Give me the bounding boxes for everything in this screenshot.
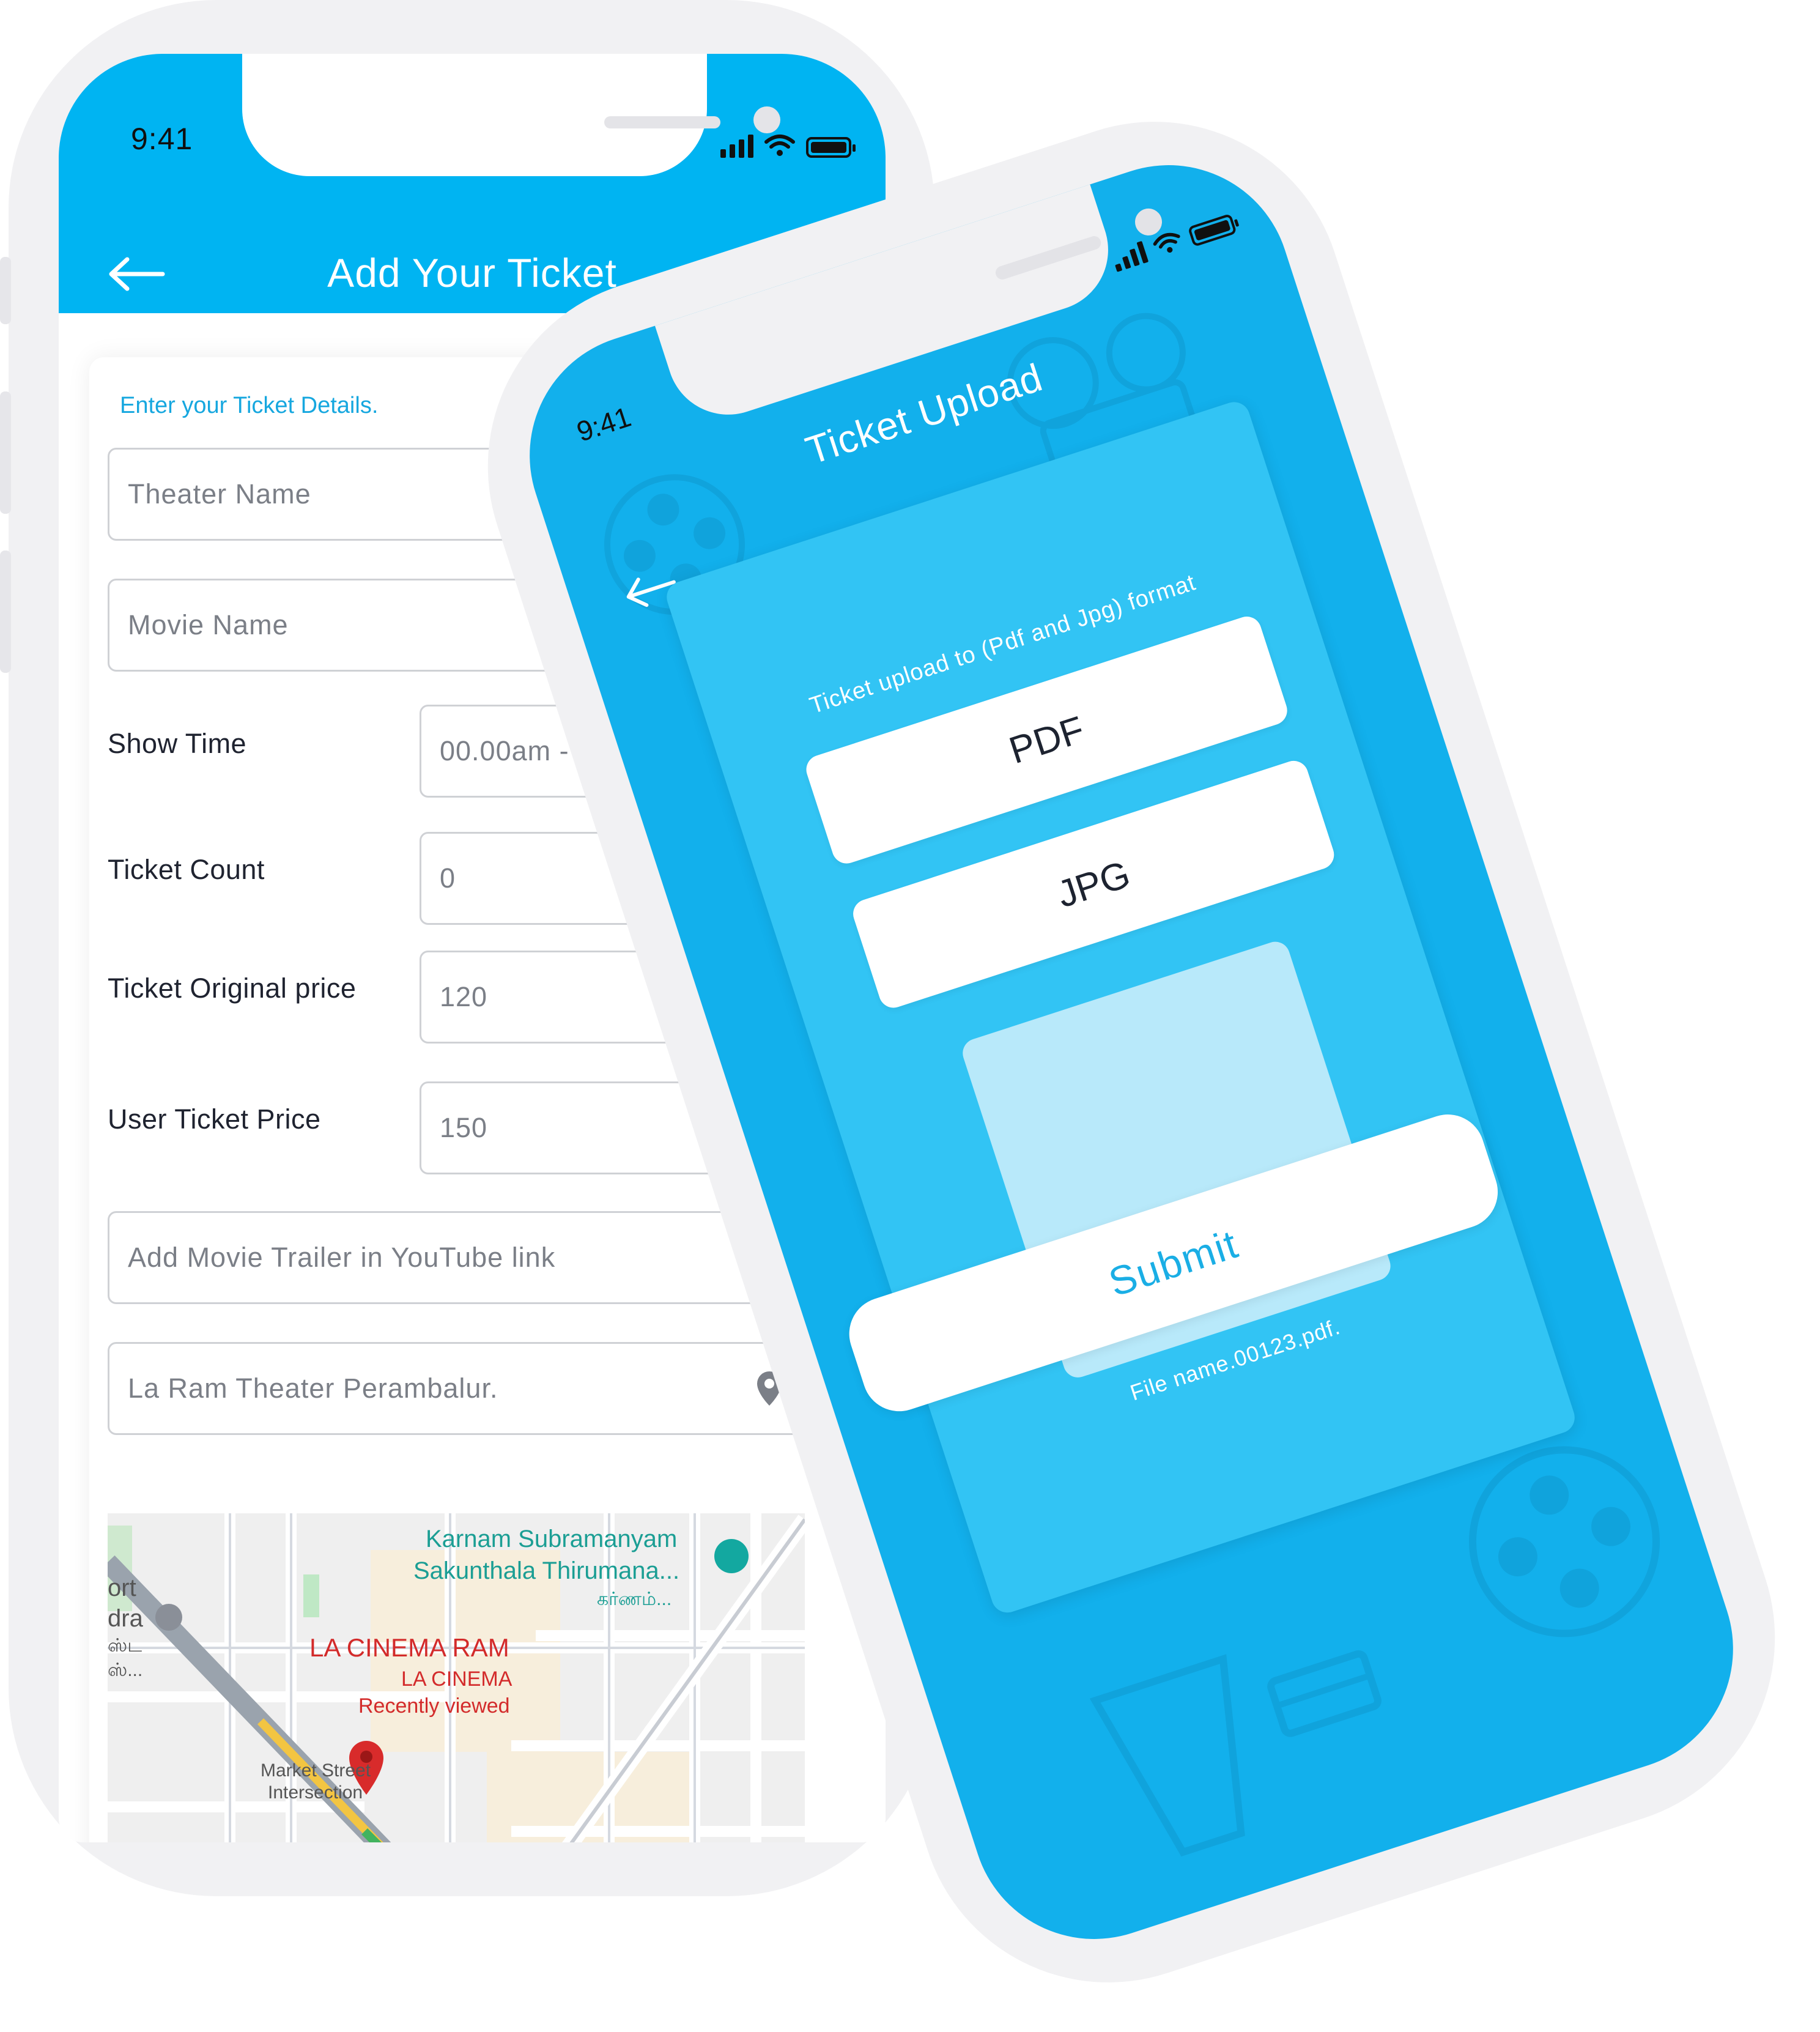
cellular-signal-icon [1109, 239, 1149, 272]
map-place-tamil: கர்ணம்... [597, 1589, 672, 1609]
map-cinema-sub: LA CINEMA [401, 1667, 512, 1691]
map-label-fragment: ஸ்ட [108, 1636, 142, 1656]
map-label-fragment: ஸ்... [108, 1660, 143, 1680]
status-time: 9:41 [572, 400, 635, 448]
volume-down-button [0, 551, 11, 673]
status-icons [1108, 205, 1237, 272]
theater-name-placeholder: Theater Name [128, 478, 311, 510]
location-input[interactable]: La Ram Theater Perambalur. [108, 1342, 805, 1435]
wifi-icon [764, 135, 795, 156]
show-time-label: Show Time [108, 728, 247, 759]
ticket-count-value: 0 [440, 862, 456, 894]
map-street-label: Market Street [261, 1760, 371, 1781]
wifi-icon [1153, 232, 1180, 253]
mute-switch [0, 257, 11, 324]
popcorn-drink-doodle-icon [1089, 1650, 1382, 1857]
map-recently-viewed: Recently viewed [358, 1694, 510, 1718]
user-price-label: User Ticket Price [108, 1103, 321, 1135]
status-icons [720, 126, 856, 158]
cellular-signal-icon [720, 133, 753, 158]
original-price-label: Ticket Original price [108, 973, 357, 1004]
battery-icon [806, 137, 856, 158]
speaker-grille [994, 234, 1103, 281]
volume-up-button [0, 391, 11, 514]
map-place-name: Karnam Subramanyam [426, 1526, 678, 1552]
section-label: Enter your Ticket Details. [120, 393, 379, 418]
trailer-link-placeholder: Add Movie Trailer in YouTube link [128, 1242, 556, 1273]
map-place-name-2: Sakunthala Thirumana... [413, 1557, 680, 1584]
original-price-value: 120 [440, 981, 488, 1012]
map-label-fragment: dra [108, 1605, 143, 1632]
movie-name-placeholder: Movie Name [128, 609, 289, 640]
location-value: La Ram Theater Perambalur. [128, 1373, 498, 1404]
location-map[interactable]: Karnam Subramanyam Sakunthala Thirumana.… [108, 1513, 805, 1842]
status-time: 9:41 [131, 122, 193, 156]
map-street-label-2: Intersection [268, 1782, 363, 1803]
battery-icon [1187, 213, 1237, 247]
map-cinema-name: LA CINEMA RAM [309, 1633, 509, 1662]
map-label-fragment: ort [108, 1574, 136, 1601]
ticket-count-label: Ticket Count [108, 854, 265, 885]
trailer-link-input[interactable]: Add Movie Trailer in YouTube link [108, 1211, 805, 1304]
notch [242, 54, 780, 176]
user-price-value: 150 [440, 1112, 488, 1143]
speaker-grille [604, 116, 720, 128]
